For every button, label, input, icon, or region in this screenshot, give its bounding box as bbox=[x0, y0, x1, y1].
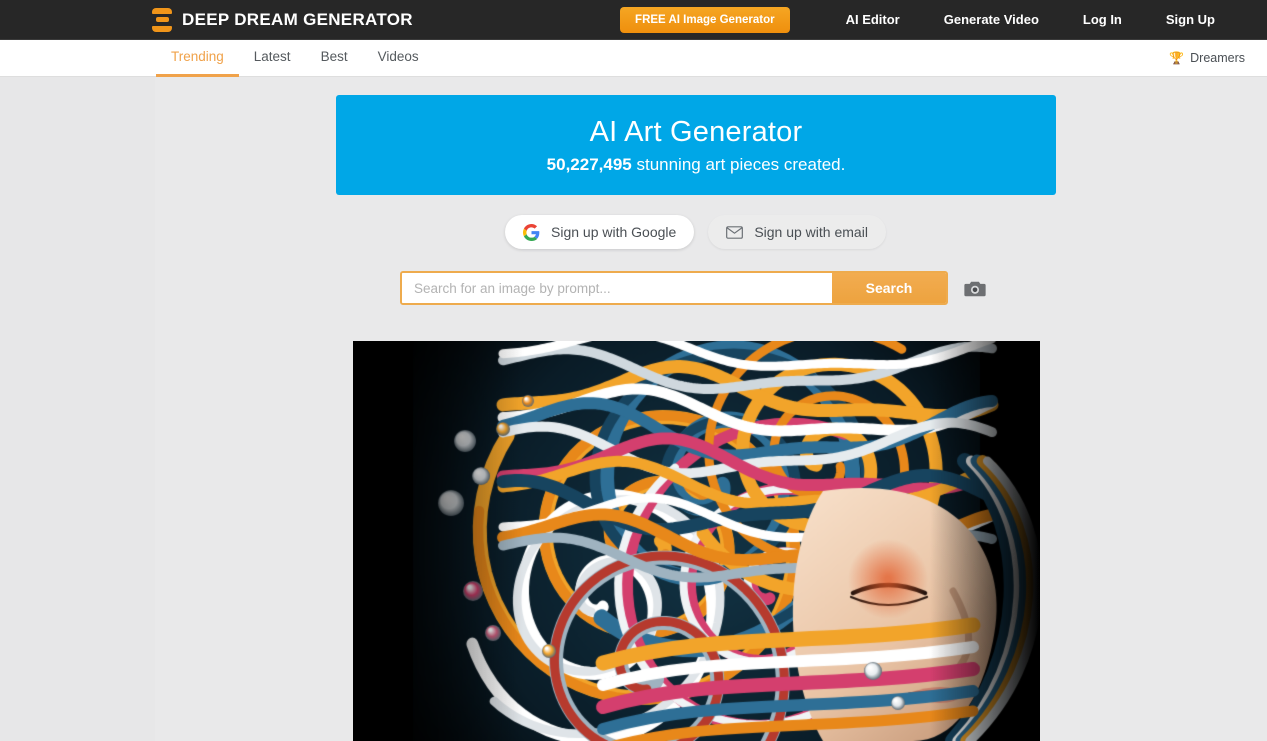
google-g-icon bbox=[523, 223, 540, 241]
nav-link-sign-up[interactable]: Sign Up bbox=[1144, 12, 1237, 27]
dreamers-link[interactable]: 🏆 Dreamers bbox=[1169, 51, 1245, 65]
sign-up-with-email-button[interactable]: Sign up with email bbox=[708, 215, 886, 249]
search-area: Search bbox=[400, 271, 987, 305]
nav-link-ai-editor[interactable]: AI Editor bbox=[790, 12, 922, 27]
envelope-icon bbox=[726, 225, 744, 239]
tab-best[interactable]: Best bbox=[306, 40, 363, 77]
tab-videos[interactable]: Videos bbox=[363, 40, 434, 77]
top-header-bar: DEEP DREAM GENERATOR FREE AI Image Gener… bbox=[0, 0, 1267, 40]
search-input[interactable] bbox=[402, 273, 832, 303]
search-button[interactable]: Search bbox=[832, 273, 946, 303]
header-nav: FREE AI Image Generator AI Editor Genera… bbox=[620, 6, 1237, 33]
page-body: AI Art Generator 50,227,495 stunning art… bbox=[0, 77, 1267, 741]
page-title: AI Art Generator bbox=[589, 115, 803, 148]
tab-latest[interactable]: Latest bbox=[239, 40, 306, 77]
nav-link-generate-video[interactable]: Generate Video bbox=[922, 12, 1061, 27]
content-column: AI Art Generator 50,227,495 stunning art… bbox=[155, 77, 1267, 741]
secondary-nav-bar: Trending Latest Best Videos 🏆 Dreamers bbox=[0, 40, 1267, 77]
trophy-icon: 🏆 bbox=[1169, 51, 1185, 65]
search-box: Search bbox=[400, 271, 948, 305]
nav-link-log-in[interactable]: Log In bbox=[1061, 12, 1144, 27]
camera-icon bbox=[963, 281, 986, 296]
camera-search-button[interactable] bbox=[962, 277, 987, 299]
feed-tabs: Trending Latest Best Videos bbox=[156, 40, 434, 77]
hero-subtitle-rest: stunning art pieces created. bbox=[631, 154, 846, 174]
brand-logo[interactable]: DEEP DREAM GENERATOR bbox=[152, 7, 413, 32]
brand-name: DEEP DREAM GENERATOR bbox=[182, 9, 413, 29]
sign-up-email-label: Sign up with email bbox=[754, 224, 868, 240]
featured-artwork-card[interactable] bbox=[353, 341, 1040, 741]
free-ai-image-generator-button[interactable]: FREE AI Image Generator bbox=[620, 6, 790, 33]
sign-up-with-google-button[interactable]: Sign up with Google bbox=[505, 215, 695, 249]
sign-up-google-label: Sign up with Google bbox=[551, 224, 677, 240]
art-pieces-count: 50,227,495 bbox=[546, 154, 632, 174]
featured-artwork-image[interactable] bbox=[353, 341, 1040, 741]
tab-trending[interactable]: Trending bbox=[156, 40, 239, 77]
stacked-bars-icon bbox=[152, 7, 172, 32]
dreamers-label: Dreamers bbox=[1190, 51, 1245, 65]
hero-subtitle: 50,227,495 stunning art pieces created. bbox=[547, 155, 846, 175]
signup-options: Sign up with Google Sign up with email bbox=[505, 215, 886, 249]
hero-banner: AI Art Generator 50,227,495 stunning art… bbox=[336, 95, 1056, 195]
